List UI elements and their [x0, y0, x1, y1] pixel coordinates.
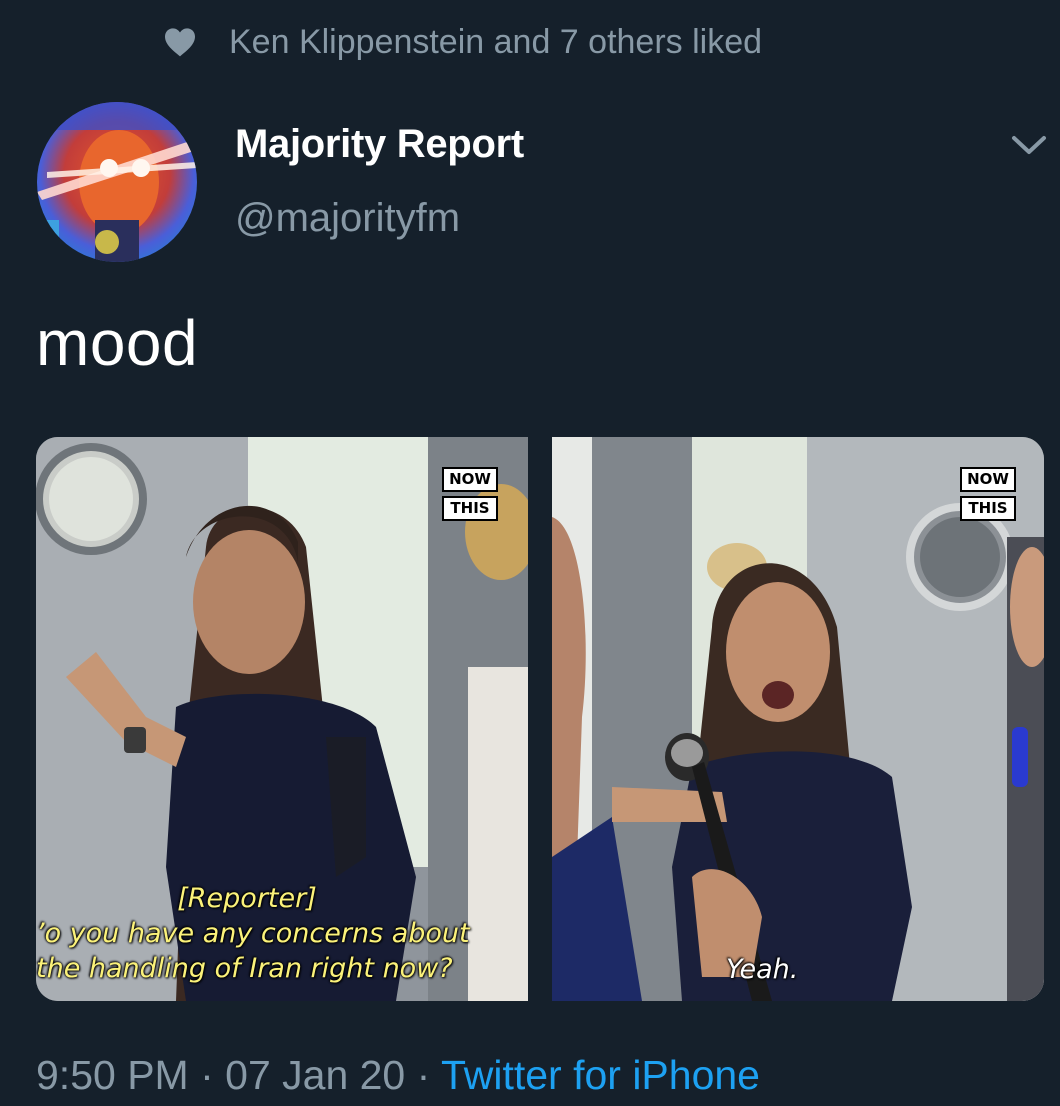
tweet-time[interactable]: 9:50 PM: [36, 1052, 189, 1098]
display-name[interactable]: Majority Report: [235, 122, 524, 167]
avatar-image: [37, 102, 197, 262]
tweet-metadata: 9:50 PM · 07 Jan 20 · Twitter for iPhone: [36, 1052, 760, 1099]
chevron-down-icon[interactable]: [1010, 132, 1048, 158]
tweet-text: mood: [36, 307, 199, 379]
tweet-date[interactable]: 07 Jan 20: [225, 1052, 405, 1098]
subtitle-line: Yeah.: [726, 954, 799, 985]
video-subtitle: Yeah.: [726, 952, 798, 987]
video-subtitle: [Reporter] ’o you have any concerns abou…: [36, 881, 528, 986]
heart-icon: [165, 28, 195, 57]
social-context-text: Ken Klippenstein and 7 others liked: [229, 22, 763, 61]
nowthis-logo: NOW THIS: [442, 467, 498, 525]
media-image-2[interactable]: NOW THIS Yeah.: [552, 437, 1044, 1001]
subtitle-line: [Reporter]: [177, 883, 317, 914]
media-image-1[interactable]: NOW THIS [Reporter] ’o you have any conc…: [36, 437, 528, 1001]
logo-line-this: THIS: [442, 496, 498, 521]
logo-line-now: NOW: [442, 467, 498, 492]
handle[interactable]: @majorityfm: [235, 196, 460, 241]
nowthis-logo: NOW THIS: [960, 467, 1016, 525]
avatar[interactable]: [37, 102, 197, 262]
separator: ·: [188, 1052, 226, 1098]
logo-line-this: THIS: [960, 496, 1016, 521]
logo-line-now: NOW: [960, 467, 1016, 492]
subtitle-line: the handling of Iran right now?: [36, 953, 453, 984]
media-grid: NOW THIS [Reporter] ’o you have any conc…: [36, 437, 1044, 1001]
tweet-source-link[interactable]: Twitter for iPhone: [441, 1052, 760, 1098]
social-context[interactable]: Ken Klippenstein and 7 others liked: [163, 20, 762, 64]
separator: ·: [405, 1052, 441, 1098]
subtitle-line: ’o you have any concerns about: [36, 918, 470, 949]
